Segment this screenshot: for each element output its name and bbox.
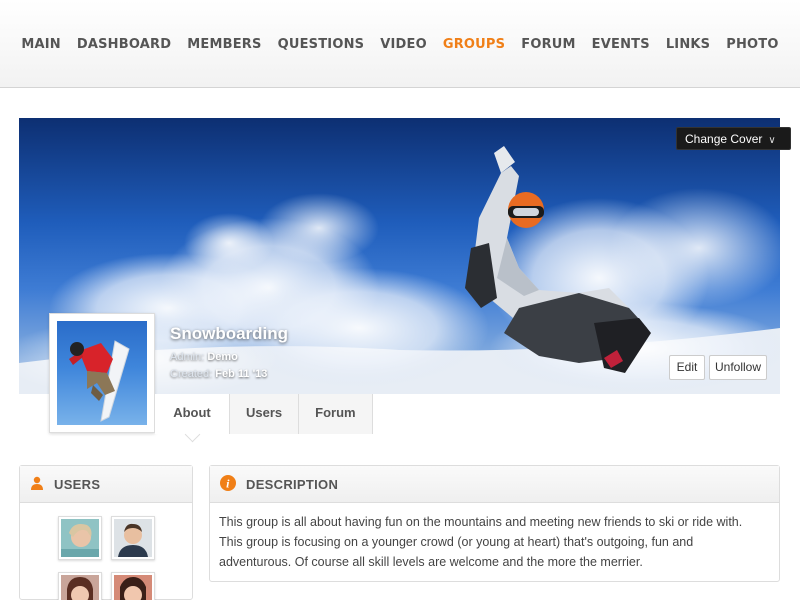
group-avatar-image	[57, 321, 147, 425]
users-panel-header: USERS	[20, 466, 192, 503]
admin-label: Admin:	[170, 351, 205, 363]
group-tabs: About Users Forum	[155, 394, 373, 434]
nav-item-links[interactable]: LINKS	[666, 35, 710, 52]
user-avatar[interactable]	[111, 572, 155, 600]
group-title: Snowboarding	[170, 324, 289, 343]
user-icon	[30, 476, 44, 493]
nav-item-video[interactable]: VIDEO	[380, 35, 427, 52]
tab-users[interactable]: Users	[230, 394, 300, 434]
tab-about[interactable]: About	[155, 394, 230, 434]
users-panel-title: USERS	[54, 476, 101, 492]
info-icon: i	[220, 474, 236, 494]
change-cover-label: Change Cover	[685, 132, 763, 146]
nav-item-forum[interactable]: FORUM	[521, 35, 575, 52]
admin-value[interactable]: Demo	[207, 351, 238, 363]
description-panel-title: DESCRIPTION	[246, 476, 339, 492]
created-label: Created:	[170, 368, 213, 380]
unfollow-button[interactable]: Unfollow	[709, 355, 767, 380]
group-avatar[interactable]	[49, 313, 155, 433]
nav-item-questions[interactable]: QUESTIONS	[278, 35, 365, 52]
chevron-down-icon: ∨	[768, 135, 776, 146]
user-avatar[interactable]	[111, 516, 155, 560]
change-cover-button[interactable]: Change Cover ∨	[676, 127, 791, 150]
description-panel: i DESCRIPTION This group is all about ha…	[209, 465, 780, 582]
nav-item-groups[interactable]: GROUPS	[443, 35, 505, 52]
user-avatar[interactable]	[58, 516, 102, 560]
snowboarder-illustration	[69, 340, 130, 422]
users-panel: USERS	[19, 465, 193, 600]
nav-item-photo[interactable]: PHOTO	[726, 35, 778, 52]
nav-item-members[interactable]: MEMBERS	[187, 35, 261, 52]
description-line: This group is focusing on a younger crow…	[219, 535, 694, 549]
user-avatar-image	[114, 575, 152, 600]
top-navigation: MAIN DASHBOARD MEMBERS QUESTIONS VIDEO G…	[0, 0, 800, 88]
user-avatar-image	[114, 519, 152, 557]
edit-button[interactable]: Edit	[669, 355, 705, 380]
nav-item-main[interactable]: MAIN	[21, 35, 61, 52]
user-avatar[interactable]	[58, 572, 102, 600]
description-body: This group is all about having fun on th…	[210, 503, 779, 581]
description-panel-header: i DESCRIPTION	[210, 466, 779, 503]
svg-text:i: i	[226, 476, 230, 490]
nav-item-dashboard[interactable]: DASHBOARD	[77, 35, 171, 52]
description-line: adventurous. Of course all skill levels …	[219, 555, 643, 569]
user-avatar-image	[61, 575, 99, 600]
group-admin: Admin: Demo	[170, 351, 238, 363]
tab-forum[interactable]: Forum	[299, 394, 373, 434]
created-value: Feb 11 '13	[215, 368, 268, 380]
group-created: Created: Feb 11 '13	[170, 368, 267, 380]
nav-item-events[interactable]: EVENTS	[592, 35, 650, 52]
user-avatar-image	[61, 519, 99, 557]
description-line: This group is all about having fun on th…	[219, 515, 743, 529]
